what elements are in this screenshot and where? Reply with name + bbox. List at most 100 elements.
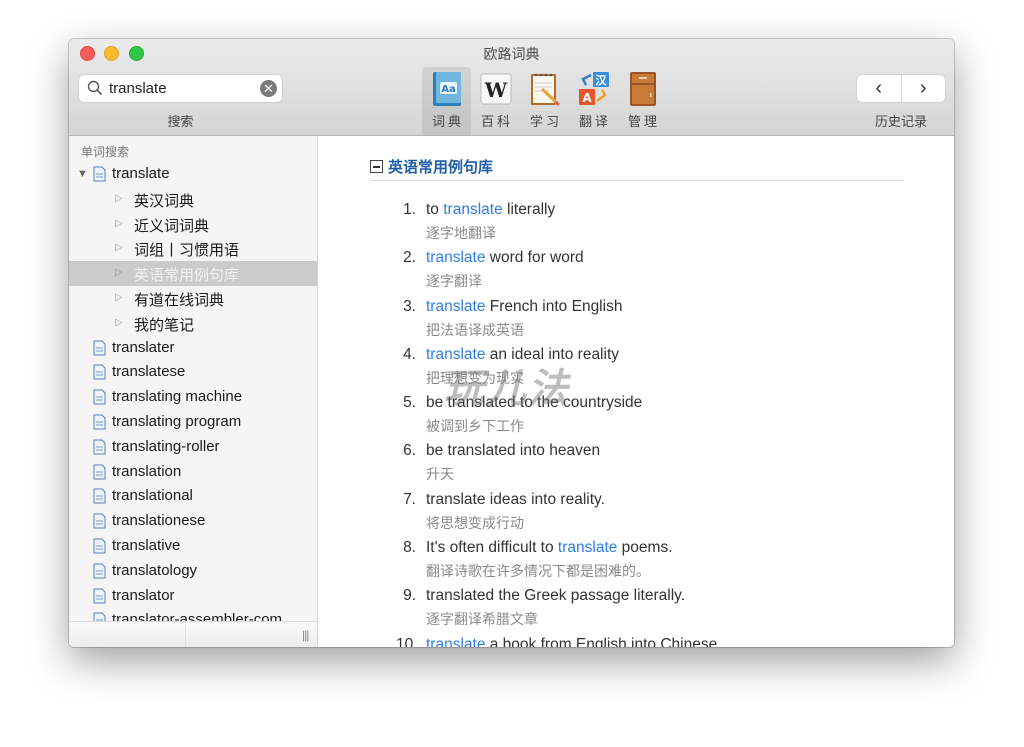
example-text: French into English: [485, 297, 623, 315]
highlighted-keyword[interactable]: translate: [426, 298, 485, 315]
word-label: translationese: [112, 512, 206, 530]
example-number: 4.: [403, 345, 416, 363]
example-item: 1. to translate literally 逐字地翻译: [396, 201, 936, 249]
example-chinese: 逐字翻译希腊文章: [426, 611, 538, 628]
svg-text:汉: 汉: [596, 73, 608, 87]
example-number: 3.: [403, 297, 416, 315]
word-label: translation: [112, 462, 182, 480]
word-list-item[interactable]: translater: [69, 336, 317, 361]
example-list: 1. to translate literally 逐字地翻译 2. translate…: [396, 201, 936, 647]
disclosure-collapsed-icon[interactable]: ▷: [115, 193, 123, 204]
tab-dictionary-label: 词典: [431, 114, 464, 129]
document-icon: [93, 389, 106, 405]
sidebar-child-label: 英汉词典: [134, 192, 195, 210]
example-text: a book from English into Chinese: [485, 635, 718, 647]
sidebar: 单词搜索 ▼ translate ▷ 英汉词典 ▷ 近义词词典 ▷ 词组丨习惯用语 ▷ 英语常…: [69, 136, 318, 647]
example-english: be translated into heaven: [426, 442, 600, 460]
highlighted-keyword[interactable]: translate: [558, 539, 617, 556]
tab-study[interactable]: 学习: [520, 67, 569, 135]
document-icon: [93, 340, 106, 356]
highlighted-keyword[interactable]: translate: [443, 201, 502, 218]
resize-grip-icon[interactable]: |||: [302, 628, 309, 642]
word-list-item[interactable]: translating machine: [69, 385, 317, 410]
app-window: 欧路词典 ✕ 搜索 Aa 词典: [69, 39, 954, 647]
sidebar-child-item[interactable]: ▷ 词组丨习惯用语: [69, 236, 317, 261]
disclosure-collapsed-icon[interactable]: ▷: [115, 267, 123, 278]
word-list-item[interactable]: translation: [69, 460, 317, 485]
section-divider: [370, 180, 904, 181]
sidebar-child-item[interactable]: ▷ 我的笔记: [69, 311, 317, 336]
tab-encyclopedia[interactable]: W 百科: [471, 67, 520, 135]
svg-text:A: A: [582, 91, 592, 105]
example-item: 5. be translated to the countryside 被调到乡下工…: [396, 394, 936, 442]
sidebar-section-label: 单词搜索: [81, 145, 130, 159]
example-number: 1.: [403, 201, 416, 218]
clear-search-button[interactable]: ✕: [260, 80, 277, 97]
tab-translate[interactable]: 汉 A 翻译: [569, 67, 618, 135]
example-item: 3. translate French into English 把法语译成英语: [396, 298, 936, 346]
tab-translate-label: 翻译: [578, 114, 611, 129]
document-icon: [93, 588, 106, 604]
disclosure-expanded-icon[interactable]: ▼: [77, 168, 88, 180]
sidebar-footer: |||: [69, 621, 317, 647]
sidebar-child-item[interactable]: ▷ 近义词词典: [69, 212, 317, 237]
example-item: 10. translate a book from English into Ch…: [396, 636, 936, 647]
highlighted-keyword[interactable]: translate: [426, 346, 485, 363]
example-chinese: 把理想变为现实: [426, 369, 524, 386]
example-number: 6.: [403, 442, 416, 460]
word-list-item[interactable]: translator: [69, 584, 317, 609]
example-text: It's often difficult to: [426, 539, 558, 557]
tab-manage[interactable]: 管理: [618, 67, 667, 135]
example-number: 5.: [403, 394, 416, 412]
example-item: 7. translate ideas into reality. 将思想变成行动: [396, 491, 936, 539]
example-text: poems.: [617, 539, 673, 557]
word-list-item[interactable]: translating program: [69, 410, 317, 435]
search-field[interactable]: ✕: [79, 75, 282, 102]
word-list-item[interactable]: translationese: [69, 509, 317, 534]
sidebar-child-label: 我的笔记: [134, 316, 195, 334]
example-text: translate ideas into reality.: [426, 490, 605, 508]
word-list-item[interactable]: translator-assembler-com: [69, 608, 317, 621]
disclosure-collapsed-icon[interactable]: ▷: [115, 317, 123, 328]
word-list-item[interactable]: translatology: [69, 559, 317, 584]
example-item: 6. be translated into heaven 升天: [396, 442, 936, 490]
example-english: be translated to the countryside: [426, 394, 642, 412]
history-forward-button[interactable]: ›: [900, 75, 946, 102]
example-chinese: 翻译诗歌在许多情况下都是困难的。: [426, 563, 650, 580]
word-list-item[interactable]: translational: [69, 484, 317, 509]
section-header[interactable]: 英语常用例句库: [370, 156, 493, 177]
word-list-item[interactable]: translatese: [69, 360, 317, 385]
wikipedia-icon: W: [480, 73, 512, 105]
content-pane: 英语常用例句库 1. to translate literally 逐字地翻译 2. t…: [318, 136, 954, 647]
example-english: translate a book from English into Chine…: [426, 636, 717, 647]
word-list-item[interactable]: translating-roller: [69, 435, 317, 460]
example-text: to: [426, 201, 444, 218]
example-text: word for word: [485, 249, 584, 267]
disclosure-collapsed-icon[interactable]: ▷: [115, 218, 123, 229]
highlighted-keyword[interactable]: translate: [426, 249, 485, 266]
document-icon: [93, 166, 106, 182]
example-number: 7.: [403, 490, 416, 508]
word-list[interactable]: ▼ translate ▷ 英汉词典 ▷ 近义词词典 ▷ 词组丨习惯用语 ▷ 英语常用例句库 ▷…: [69, 162, 317, 621]
sidebar-child-item[interactable]: ▷ 有道在线词典: [69, 286, 317, 311]
tab-dictionary[interactable]: Aa 词典: [422, 67, 471, 135]
history-back-button[interactable]: ‹: [857, 75, 901, 102]
svg-text:Aa: Aa: [441, 84, 456, 95]
disclosure-collapsed-icon[interactable]: ▷: [115, 242, 123, 253]
search-input[interactable]: [109, 78, 254, 99]
sidebar-child-label: 近义词词典: [134, 217, 210, 235]
word-list-item[interactable]: translative: [69, 534, 317, 559]
disclosure-collapsed-icon[interactable]: ▷: [115, 292, 123, 303]
example-item: 8. It's often difficult to translate poem…: [396, 539, 936, 587]
word-label: translater: [112, 338, 175, 356]
collapse-icon[interactable]: [370, 160, 383, 173]
document-icon: [93, 364, 106, 380]
chevron-left-icon: ‹: [875, 77, 883, 99]
sidebar-child-item[interactable]: ▷ 英语常用例句库: [69, 261, 317, 286]
sidebar-root-item[interactable]: ▼ translate: [69, 162, 317, 187]
sidebar-child-item[interactable]: ▷ 英汉词典: [69, 187, 317, 212]
highlighted-keyword[interactable]: translate: [426, 636, 485, 647]
dictionary-book-icon: Aa: [433, 72, 461, 106]
example-english: to translate literally: [426, 201, 555, 219]
example-text: translated the Greek passage literally.: [426, 587, 686, 605]
